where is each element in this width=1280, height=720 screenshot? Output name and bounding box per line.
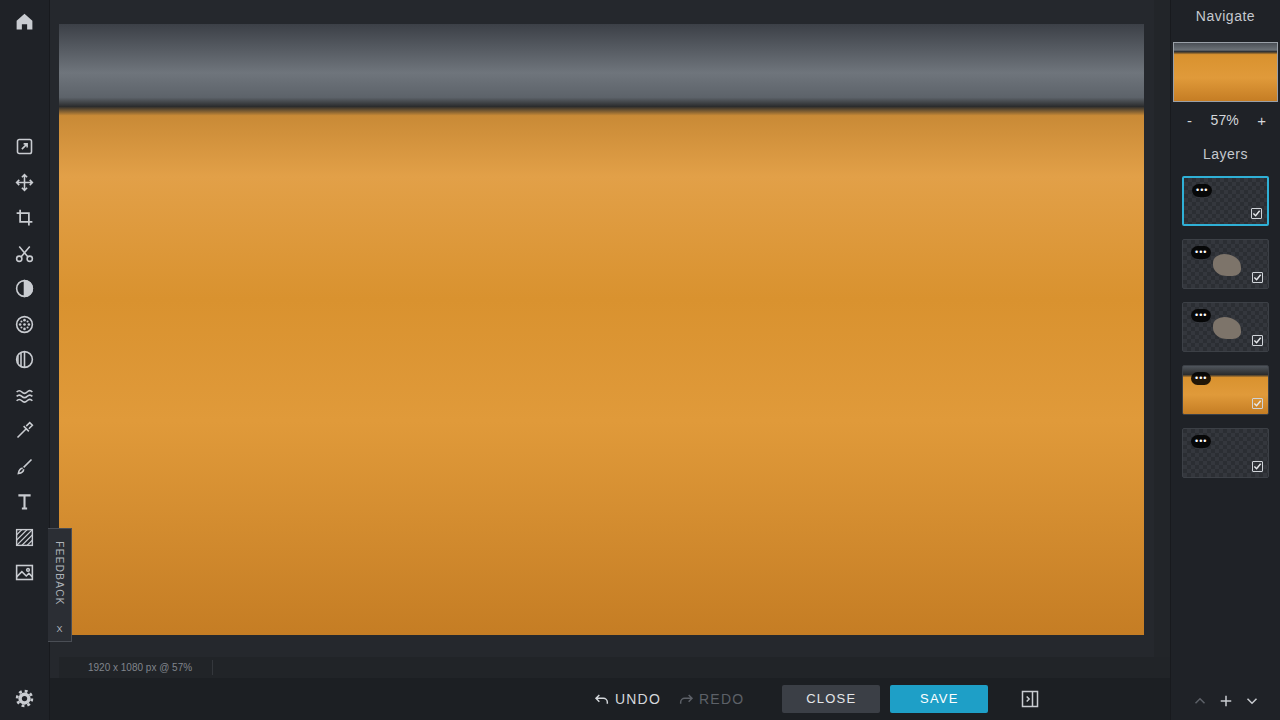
add-layer-icon[interactable] <box>1217 692 1235 710</box>
zoom-out-button[interactable]: - <box>1185 113 1194 128</box>
pattern-icon[interactable] <box>0 520 50 556</box>
side-panel: Navigate - 57% + Layers ••• ••• ••• ••• ••• <box>1170 0 1280 720</box>
layer-content <box>1213 317 1241 339</box>
navigate-heading: Navigate <box>1171 0 1280 32</box>
expand-down-icon[interactable] <box>1243 692 1261 710</box>
layer-list: ••• ••• ••• ••• ••• <box>1171 170 1280 478</box>
liquify-icon[interactable] <box>0 378 50 414</box>
arrange-icon[interactable] <box>0 129 50 165</box>
feedback-label[interactable]: FEEDBACK <box>52 541 67 605</box>
layer-item[interactable]: ••• <box>1182 302 1269 352</box>
layer-menu-button[interactable]: ••• <box>1191 435 1211 448</box>
layer-item[interactable]: ••• <box>1182 239 1269 289</box>
undo-icon <box>594 691 610 707</box>
layer-menu-button[interactable]: ••• <box>1191 309 1211 322</box>
text-tool-icon[interactable] <box>0 484 50 520</box>
filter-icon[interactable] <box>0 307 50 343</box>
action-bar: UNDO REDO CLOSE SAVE <box>50 678 1170 720</box>
eyedropper-icon[interactable] <box>0 413 50 449</box>
redo-button[interactable]: REDO <box>678 689 744 710</box>
tool-list <box>0 129 50 591</box>
brush-icon[interactable] <box>0 449 50 485</box>
redo-label: REDO <box>699 689 744 710</box>
zoom-row: - 57% + <box>1171 102 1280 138</box>
move-up-icon[interactable] <box>1191 692 1209 710</box>
feedback-close[interactable]: X <box>56 623 62 637</box>
canvas-info: 1920 x 1080 px @ 57% <box>88 660 213 675</box>
layer-item[interactable]: ••• <box>1182 428 1269 478</box>
zoom-in-button[interactable]: + <box>1255 113 1268 128</box>
scissors-icon[interactable] <box>0 236 50 272</box>
gear-icon[interactable] <box>0 687 50 709</box>
adjust-icon[interactable] <box>0 271 50 307</box>
layers-heading: Layers <box>1171 138 1280 170</box>
workspace: 1920 x 1080 px @ 57% FEEDBACK X <box>50 0 1170 678</box>
zoom-level: 57% <box>1211 110 1239 131</box>
visibility-checkbox[interactable] <box>1252 272 1263 283</box>
redo-icon <box>678 691 694 707</box>
visibility-checkbox[interactable] <box>1252 398 1263 409</box>
visibility-checkbox[interactable] <box>1251 208 1262 219</box>
layer-content <box>1213 254 1241 276</box>
vignette-icon[interactable] <box>0 342 50 378</box>
layer-item[interactable]: ••• <box>1182 176 1269 226</box>
toolbar <box>0 0 50 720</box>
visibility-checkbox[interactable] <box>1252 335 1263 346</box>
undo-button[interactable]: UNDO <box>594 689 661 710</box>
close-button[interactable]: CLOSE <box>782 685 880 713</box>
status-strip: 1920 x 1080 px @ 57% <box>59 657 1170 678</box>
image-icon[interactable] <box>0 555 50 591</box>
layer-menu-button[interactable]: ••• <box>1191 246 1211 259</box>
layer-menu-button[interactable]: ••• <box>1192 184 1212 197</box>
move-icon[interactable] <box>0 165 50 201</box>
layer-menu-button[interactable]: ••• <box>1191 372 1211 385</box>
save-button[interactable]: SAVE <box>890 685 988 713</box>
home-icon[interactable] <box>0 10 50 32</box>
crop-icon[interactable] <box>0 200 50 236</box>
layer-controls <box>1171 684 1280 720</box>
navigator-preview[interactable] <box>1173 42 1278 102</box>
layer-item[interactable]: ••• <box>1182 365 1269 415</box>
scroll-track[interactable] <box>1154 0 1170 657</box>
canvas-image[interactable] <box>59 24 1144 635</box>
visibility-checkbox[interactable] <box>1252 461 1263 472</box>
feedback-tab[interactable]: FEEDBACK X <box>48 528 72 642</box>
undo-label: UNDO <box>615 689 661 710</box>
panel-toggle-icon[interactable] <box>1020 689 1040 709</box>
